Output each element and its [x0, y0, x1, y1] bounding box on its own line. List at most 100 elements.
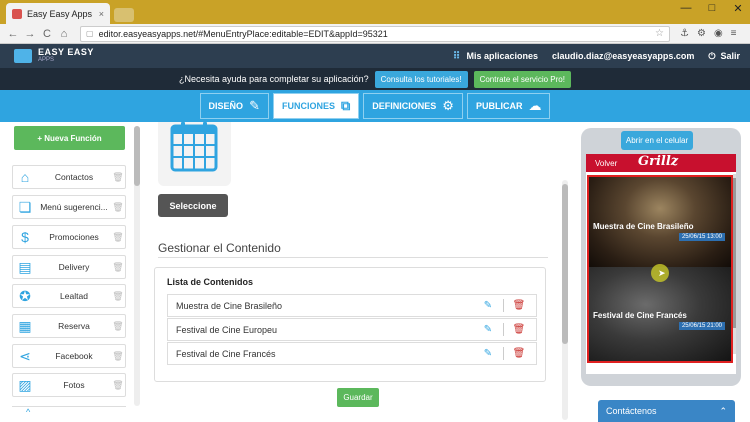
- logo-text: EASY EASY: [38, 47, 94, 57]
- reload-icon[interactable]: C: [40, 28, 54, 40]
- content-row[interactable]: Muestra de Cine Brasileño ✎ 🗑: [167, 294, 537, 317]
- browser-toolbar: ← → C ⌂ ▢ editor.easyeasyapps.net/#MenuE…: [0, 24, 750, 44]
- tutorials-button[interactable]: Consulta los tutoriales!: [374, 70, 468, 88]
- exit-link[interactable]: ⏻ Salir: [708, 51, 740, 62]
- phone-scrollbar[interactable]: [733, 174, 736, 354]
- tab-publicar[interactable]: PUBLICAR ☁: [466, 93, 551, 119]
- event-date: 25/06/15 21:00: [678, 322, 725, 330]
- phone-brand-logo: Grillz: [638, 154, 679, 169]
- page-icon: ▢: [86, 29, 94, 38]
- phone-content-list: Muestra de Cine Brasileño 25/06/15 13:00…: [587, 175, 733, 363]
- function-icon-card: [158, 122, 231, 186]
- favicon-icon: [12, 8, 22, 19]
- exit-icon: ⏻: [708, 50, 716, 61]
- delete-icon[interactable]: 🗑: [510, 324, 528, 335]
- sidebar-item-label: Delivery: [58, 262, 90, 272]
- trash-icon[interactable]: 🗑: [111, 232, 125, 243]
- extension-icon[interactable]: ⚓: [680, 28, 689, 39]
- open-on-phone-button[interactable]: Abrir en el celular: [621, 131, 693, 150]
- extension-icon[interactable]: ◉: [714, 28, 723, 39]
- browser-tab-bar: Easy Easy Apps Editor × — □ ✕: [0, 0, 750, 24]
- app-logo[interactable]: EASY EASY APPS: [14, 48, 94, 64]
- trash-icon[interactable]: 🗑: [111, 351, 125, 362]
- window-controls: — □ ✕: [678, 2, 746, 15]
- new-tab-button[interactable]: [114, 8, 134, 22]
- trash-icon[interactable]: 🗑: [111, 291, 125, 302]
- delete-icon[interactable]: 🗑: [510, 300, 528, 311]
- sidebar-item-menu[interactable]: ❏ Menú sugerenci... 🗑: [12, 195, 126, 219]
- event-image[interactable]: Muestra de Cine Brasileño 25/06/15 13:00: [589, 177, 731, 267]
- grid-icon: ⠿: [452, 50, 461, 62]
- app-header: EASY EASY APPS ⠿ Mis aplicaciones claudio…: [0, 44, 750, 68]
- sidebar-item-label: Promociones: [49, 232, 99, 242]
- trash-icon[interactable]: 🗑: [111, 262, 125, 273]
- trash-icon[interactable]: 🗑: [111, 321, 125, 332]
- trash-icon[interactable]: 🗑: [111, 380, 125, 391]
- sidebar-item-reserva[interactable]: ▦ Reserva 🗑: [12, 314, 126, 338]
- home-icon[interactable]: ⌂: [57, 28, 71, 40]
- trash-icon[interactable]: 🗑: [111, 202, 125, 213]
- content-row-label: Festival de Cine Francés: [176, 348, 276, 359]
- browser-tab[interactable]: Easy Easy Apps Editor ×: [6, 3, 110, 24]
- trash-icon[interactable]: 🗑: [111, 172, 125, 183]
- sidebar-item-label: Lealtad: [60, 291, 88, 301]
- new-function-button[interactable]: + Nueva Función: [14, 126, 125, 150]
- bookmark-star-icon[interactable]: ☆: [655, 28, 664, 39]
- sidebar-item-fotos[interactable]: ▨ Fotos 🗑: [12, 373, 126, 397]
- minimize-icon[interactable]: —: [678, 2, 694, 15]
- menu-icon[interactable]: ≡: [731, 28, 737, 39]
- content-row[interactable]: Festival de Cine Francés ✎ 🗑: [167, 342, 537, 365]
- edit-icon[interactable]: ✎: [479, 324, 497, 335]
- content-row[interactable]: Festival de Cine Europeu ✎ 🗑: [167, 318, 537, 341]
- address-bar[interactable]: ▢ editor.easyeasyapps.net/#MenuEntryPlac…: [80, 25, 670, 42]
- sidebar-item-contactos[interactable]: ⌂ Contactos 🗑: [12, 165, 126, 189]
- sidebar-item-promociones[interactable]: $ Promociones 🗑: [12, 225, 126, 249]
- logo-mark-icon: [14, 49, 32, 63]
- extension-icon[interactable]: ⚙: [697, 28, 706, 39]
- tab-diseno[interactable]: DISEÑO ✎: [199, 93, 269, 119]
- content-scrollbar[interactable]: [562, 180, 568, 420]
- help-bar: ¿Necesita ayuda para completar su aplica…: [0, 68, 750, 90]
- photo-icon: ▨: [18, 376, 32, 393]
- save-button[interactable]: Guardar: [337, 388, 379, 407]
- contact-label: Contáctenos: [606, 406, 657, 416]
- mouse-pointer-icon: ➤: [658, 268, 666, 278]
- house-icon: ⌂: [20, 169, 30, 185]
- edit-icon[interactable]: ✎: [479, 348, 497, 359]
- tab-close-icon[interactable]: ×: [99, 9, 104, 19]
- extensions: ⚓ ⚙ ◉ ≡: [680, 28, 737, 39]
- phone-back-link[interactable]: Volver: [595, 159, 617, 168]
- sidebar-item-lealtad[interactable]: ✪ Lealtad 🗑: [12, 284, 126, 308]
- sidebar-scrollbar[interactable]: [134, 126, 140, 406]
- maximize-icon[interactable]: □: [704, 2, 720, 15]
- tab-title: Easy Easy Apps Editor: [27, 8, 95, 19]
- tab-definiciones[interactable]: DEFINICIONES ⚙: [363, 93, 463, 119]
- help-question: ¿Necesita ayuda para completar su aplica…: [179, 74, 369, 84]
- event-title: Muestra de Cine Brasileño: [593, 222, 694, 231]
- edit-icon[interactable]: ✎: [479, 300, 497, 311]
- tab-funciones[interactable]: FUNCIONES ⧉: [272, 93, 360, 119]
- sidebar-more-icon[interactable]: ^: [12, 406, 126, 420]
- my-apps-link[interactable]: ⠿ Mis aplicaciones: [453, 51, 538, 62]
- pro-service-button[interactable]: Contrate el servicio Pro!: [473, 70, 571, 88]
- sidebar-item-label: Fotos: [63, 380, 85, 390]
- phone-app-header: Volver Grillz: [586, 154, 736, 172]
- select-button[interactable]: Seleccione: [158, 194, 228, 217]
- close-window-icon[interactable]: ✕: [730, 2, 746, 15]
- share-icon: ⋖: [19, 347, 31, 364]
- back-icon[interactable]: ←: [6, 28, 20, 40]
- content-section-title: Gestionar el Contenido: [158, 241, 281, 255]
- sidebar-item-facebook[interactable]: ⋖ Facebook 🗑: [12, 344, 126, 368]
- content-list-panel: Lista de Contenidos Muestra de Cine Bras…: [154, 267, 546, 382]
- brush-icon: ✎: [249, 98, 260, 113]
- delete-icon[interactable]: 🗑: [510, 348, 528, 359]
- user-email[interactable]: claudio.diaz@easyeasyapps.com: [552, 51, 694, 61]
- sidebar-item-delivery[interactable]: ▤ Delivery 🗑: [12, 255, 126, 279]
- contact-us-tab[interactable]: Contáctenos ⌃: [598, 400, 735, 422]
- phone-preview: Abrir en el celular Volver Grillz Muestr…: [581, 128, 741, 386]
- forward-icon[interactable]: →: [23, 28, 37, 40]
- main-nav: DISEÑO ✎ FUNCIONES ⧉ DEFINICIONES ⚙ PUBLICA…: [0, 90, 750, 122]
- sidebar-item-label: Reserva: [58, 321, 90, 331]
- url-text[interactable]: editor.easyeasyapps.net/#MenuEntryPlace:…: [99, 29, 655, 39]
- event-date: 25/06/15 13:00: [678, 233, 725, 241]
